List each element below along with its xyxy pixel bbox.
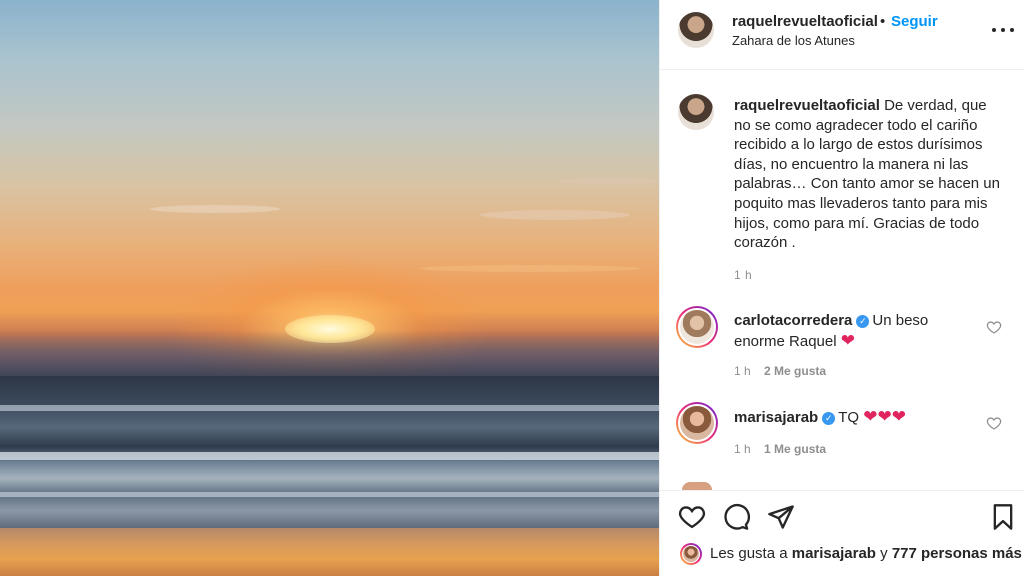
photo-wave <box>0 492 659 497</box>
comment-text-block: carlotacorredera ✓ Un beso enorme Raquel ❤ <box>734 311 974 351</box>
caption-timestamp[interactable]: 1 h <box>734 268 752 282</box>
next-comment-avatar-peek <box>682 482 712 490</box>
likes-prefix: Les gusta a <box>710 545 788 562</box>
caption-text: De verdad, que no se como agradecer todo… <box>734 97 1000 252</box>
header-separator: • <box>880 13 886 30</box>
paper-plane-icon[interactable] <box>767 503 795 531</box>
post-side-panel: raquelrevueltaoficial • Seguir Zahara de… <box>659 0 1024 576</box>
likes-summary-text: Les gusta a marisajarab y 777 personas m… <box>710 545 1022 562</box>
comment-username[interactable]: carlotacorredera <box>734 312 852 329</box>
post-photo[interactable] <box>0 0 659 576</box>
photo-sun <box>285 315 375 343</box>
comment-meta: 1 h 2 Me gusta <box>734 364 826 378</box>
bookmark-icon[interactable] <box>989 503 1017 531</box>
comment-likes-count[interactable]: 1 Me gusta <box>764 442 826 456</box>
photo-cloud <box>560 178 659 184</box>
heart-outline-icon[interactable] <box>678 503 706 531</box>
commenter-avatar[interactable] <box>676 306 718 348</box>
verified-badge-icon: ✓ <box>856 315 870 328</box>
author-username[interactable]: raquelrevueltaoficial <box>732 13 878 30</box>
more-options-icon[interactable] <box>990 18 1016 40</box>
comment-like-heart-icon[interactable] <box>986 415 1002 431</box>
author-avatar[interactable] <box>678 12 714 48</box>
red-heart-emoji-icon: ❤ <box>840 330 855 350</box>
comment-meta: 1 h 1 Me gusta <box>734 442 826 456</box>
photo-cloud <box>480 210 630 220</box>
photo-cloud <box>150 205 280 213</box>
likes-connector: y <box>880 545 888 562</box>
comment-timestamp[interactable]: 1 h <box>734 364 751 378</box>
photo-wave <box>0 405 659 411</box>
comment-timestamp[interactable]: 1 h <box>734 442 751 456</box>
liker-username[interactable]: marisajarab <box>792 545 876 562</box>
post-location[interactable]: Zahara de los Atunes <box>732 33 855 48</box>
likes-count-link[interactable]: 777 personas más <box>892 545 1022 562</box>
photo-beach <box>0 528 659 576</box>
comment-username[interactable]: marisajarab <box>734 409 818 426</box>
liker-avatar[interactable] <box>680 543 702 565</box>
comment-bubble-icon[interactable] <box>722 503 750 531</box>
comment-like-heart-icon[interactable] <box>986 319 1002 335</box>
red-heart-emoji-icon: ❤❤❤ <box>863 407 906 426</box>
photo-wave <box>0 452 659 460</box>
caption-text-block: raquelrevueltaoficial De verdad, que no … <box>734 96 1004 253</box>
comment-likes-count[interactable]: 2 Me gusta <box>764 364 826 378</box>
comment-text: TQ <box>838 409 860 426</box>
follow-button[interactable]: Seguir <box>891 13 938 30</box>
commenter-avatar[interactable] <box>676 402 718 444</box>
verified-badge-icon: ✓ <box>822 412 836 425</box>
caption-username[interactable]: raquelrevueltaoficial <box>734 97 880 114</box>
post-header: raquelrevueltaoficial • Seguir Zahara de… <box>660 0 1024 70</box>
post-actions-bar: Les gusta a marisajarab y 777 personas m… <box>660 490 1024 576</box>
comment-text-block: marisajarab ✓ TQ ❤❤❤ <box>734 407 974 428</box>
caption-avatar[interactable] <box>678 94 714 130</box>
